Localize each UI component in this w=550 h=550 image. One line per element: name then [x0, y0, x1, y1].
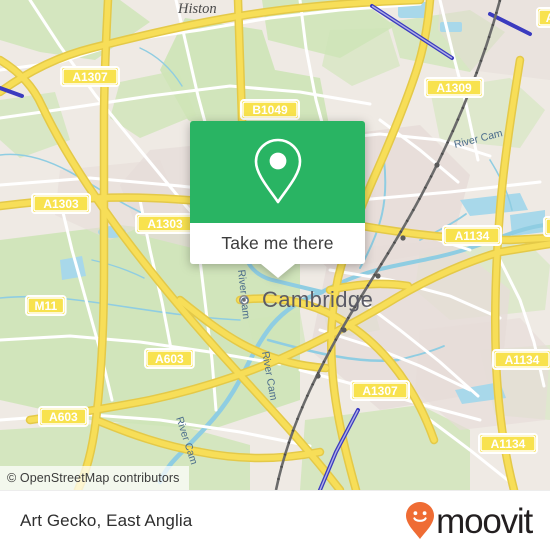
- card-pointer-tail: [260, 264, 295, 278]
- road-shield-label: M11: [34, 299, 57, 313]
- road-shield-a1: A1: [543, 216, 550, 237]
- road-shield-a1303: A1303: [31, 193, 91, 214]
- road-shield-a603: A603: [38, 406, 89, 427]
- take-me-there-label: Take me there: [221, 233, 334, 253]
- road-shield-a1309: A1309: [424, 77, 484, 98]
- map-pin-icon: [254, 138, 301, 204]
- road-shield-label: A1309: [436, 81, 472, 95]
- card-pin-area: [190, 121, 365, 223]
- road-shield-label: A1303: [43, 197, 79, 211]
- road-shield-a14: A14: [536, 7, 550, 28]
- map-label-histon: Histon: [177, 1, 217, 17]
- road-shield-label: A603: [155, 352, 184, 366]
- road-shield-b1049: B1049: [240, 99, 300, 120]
- road-shield-label: A603: [49, 410, 78, 424]
- card-action-area[interactable]: Take me there: [190, 223, 365, 278]
- take-me-there-card[interactable]: Take me there: [190, 121, 365, 278]
- road-shield-a1303: A1303: [135, 213, 195, 234]
- road-shield-label: A1303: [147, 217, 183, 231]
- place-title: Art Gecko, East Anglia: [20, 511, 193, 530]
- road-shield-label: A1307: [362, 384, 398, 398]
- osm-attribution[interactable]: © OpenStreetMap contributors: [0, 466, 189, 490]
- road-shield-a1134: A1134: [442, 225, 502, 246]
- bottom-info-bar: Art Gecko, East Anglia moovit: [0, 490, 550, 550]
- road-shield-label: A1134: [505, 353, 540, 367]
- road-shield-a1134: A1134: [478, 433, 538, 454]
- road-shield-label: A1134: [491, 437, 526, 451]
- road-shield-a1134: A1134: [492, 349, 550, 370]
- road-shield-label: A14: [546, 11, 550, 25]
- road-shield-m11: M11: [25, 295, 67, 316]
- road-shield-label: A1134: [455, 229, 490, 243]
- road-shield-label: A1307: [72, 70, 108, 84]
- road-shield-label: B1049: [252, 103, 288, 117]
- moovit-smiley-pin-icon: [406, 502, 435, 539]
- moovit-logo[interactable]: moovit: [405, 501, 550, 541]
- moovit-wordmark: moovit: [436, 501, 533, 541]
- road-shield-a1307: A1307: [60, 66, 120, 87]
- road-shield-a603: A603: [144, 348, 195, 369]
- moovit-map-screen: Cambridge Histon River Cam River Cam Riv…: [0, 0, 550, 550]
- road-shield-a1307: A1307: [350, 380, 410, 401]
- map-label-cambridge: Cambridge: [262, 287, 373, 312]
